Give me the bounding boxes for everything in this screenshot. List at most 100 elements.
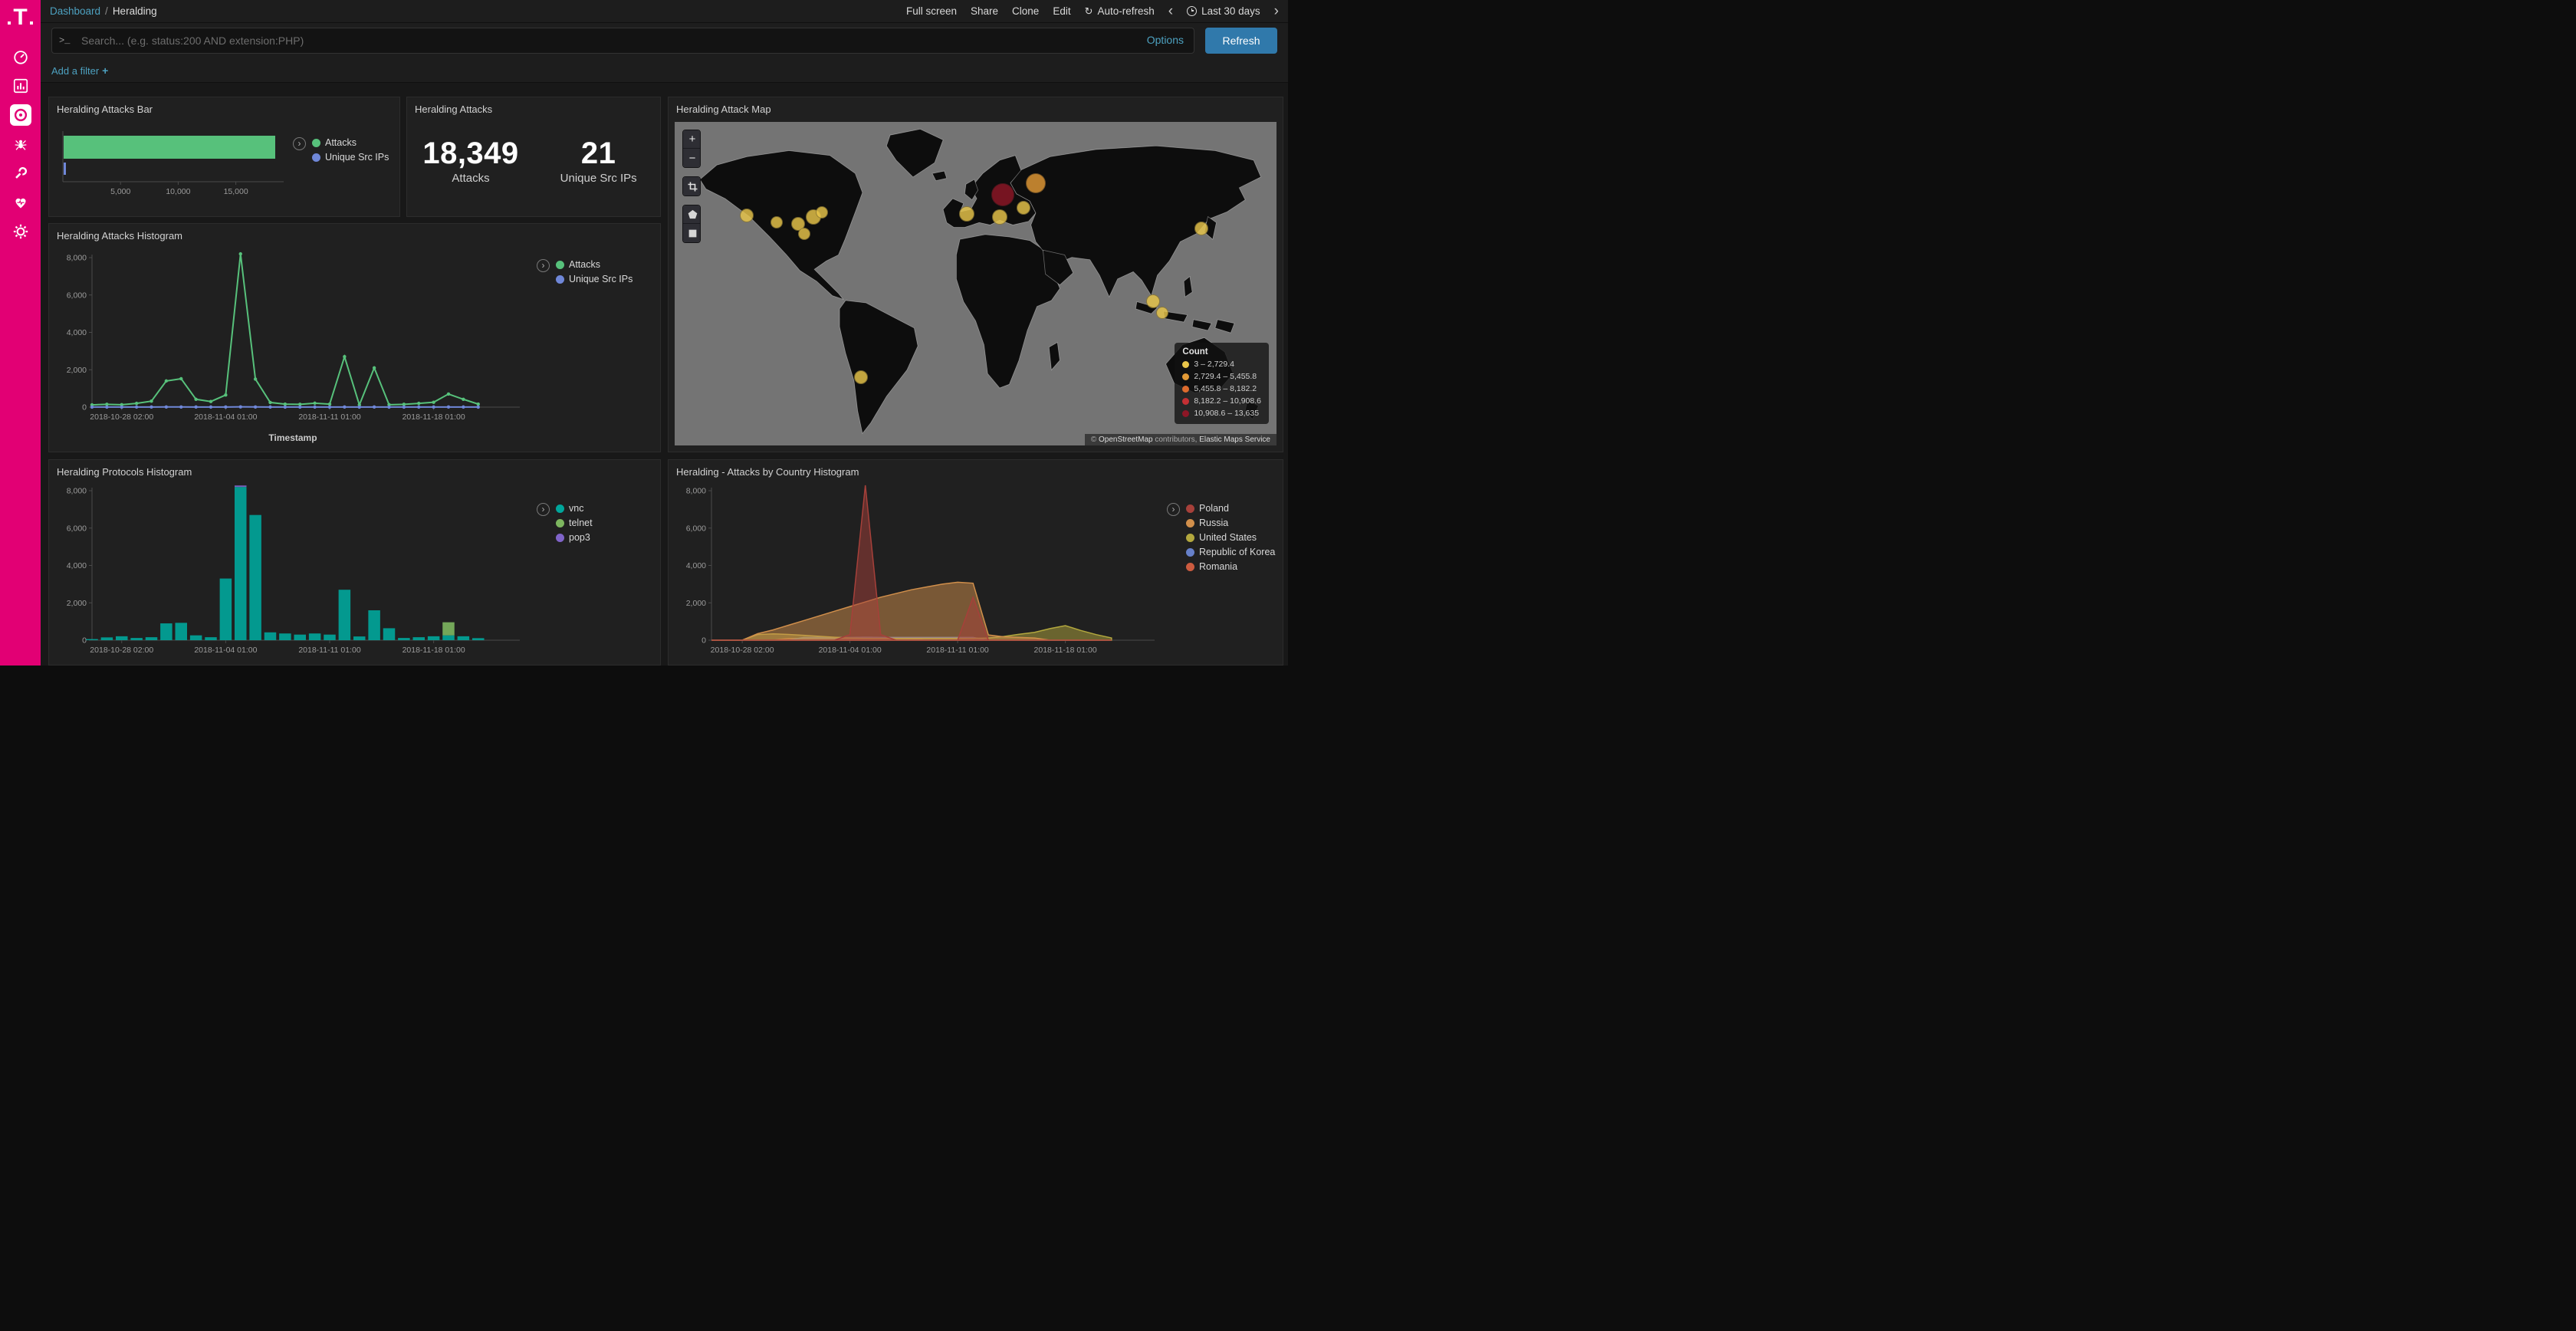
legend-item[interactable]: Russia [1186,518,1275,528]
panel-title: Heralding Attacks [407,97,660,117]
map-legend-item: 2,729.4 – 5,455.8 [1182,372,1261,381]
attacks-histogram-legend: › Attacks Unique Src IPs [537,259,632,284]
kibana-dashboard: T [0,0,1288,666]
map-legend-color-dot [1182,398,1189,405]
country-legend: › Poland Russia United States Republic of K… [1167,503,1275,572]
legend-color-dot [1186,534,1194,542]
sidebar-item-gauge[interactable] [10,46,31,67]
world-attack-map[interactable]: + − [675,122,1276,445]
sidebar-item-charts[interactable] [10,75,31,97]
map-draw-rectangle-button[interactable] [683,224,701,242]
legend-item[interactable]: pop3 [556,532,593,543]
svg-text:2018-11-11 01:00: 2018-11-11 01:00 [926,646,989,655]
legend-item[interactable]: telnet [556,518,593,528]
legend-color-dot [1186,548,1194,557]
sidebar-item-settings[interactable] [10,221,31,242]
svg-text:2018-10-28 02:00: 2018-10-28 02:00 [90,412,153,422]
x-axis-title: Timestamp [675,664,1165,666]
legend-toggle-icon[interactable]: › [537,259,550,272]
edit-button[interactable]: Edit [1053,5,1070,17]
legend-label: Romania [1199,561,1237,572]
query-options-link[interactable]: Options [1147,34,1184,46]
svg-text:2018-11-18 01:00: 2018-11-18 01:00 [402,646,465,655]
svg-text:2018-11-04 01:00: 2018-11-04 01:00 [819,646,882,655]
breadcrumb-dashboard-link[interactable]: Dashboard [50,5,100,17]
contributors-text: contributors, [1153,435,1200,444]
map-legend-label: 5,455.8 – 8,182.2 [1194,384,1257,393]
full-screen-button[interactable]: Full screen [906,5,957,17]
legend-item[interactable]: Poland [1186,503,1275,514]
auto-refresh-button[interactable]: ↻ Auto-refresh [1085,5,1155,18]
legend-item[interactable]: Romania [1186,561,1275,572]
openstreetmap-link[interactable]: OpenStreetMap [1099,435,1153,444]
map-attack-dot [991,183,1014,206]
map-attack-dot [1146,294,1160,308]
legend-toggle-icon[interactable]: › [293,137,306,150]
sidebar-item-health[interactable] [10,192,31,213]
time-forward-button[interactable]: › [1274,4,1279,18]
legend-label: Russia [1199,518,1228,528]
clock-icon [1187,6,1197,16]
sidebar-item-spiderfoot[interactable] [10,133,31,155]
attacks-line-chart[interactable]: 02,0004,0006,0008,0002018-10-28 02:00201… [55,250,531,430]
legend-item[interactable]: vnc [556,503,593,514]
legend-item[interactable]: United States [1186,532,1275,543]
legend-toggle-icon[interactable]: › [537,503,550,516]
panel-title: Heralding - Attacks by Country Histogram [669,460,1283,479]
map-draw-polygon-button[interactable] [683,205,701,224]
legend-item[interactable]: Attacks [556,259,632,270]
legend-item[interactable]: Unique Src IPs [556,274,632,284]
time-back-button[interactable]: ‹ [1168,4,1173,18]
legend-color-dot [1186,563,1194,571]
legend-item[interactable]: Republic of Korea [1186,547,1275,557]
sidebar: T [0,0,41,666]
search-input[interactable] [51,28,1194,54]
protocols-legend: › vnc telnet pop3 [537,503,593,543]
breadcrumb: Dashboard / Heralding [50,5,157,17]
map-attack-dot [1156,307,1168,319]
elastic-maps-service-link[interactable]: Elastic Maps Service [1199,435,1270,444]
protocols-bar-chart[interactable]: 02,0004,0006,0008,0002018-10-28 02:00201… [55,483,531,663]
svg-text:0: 0 [82,636,87,646]
query-bar: >_ Options Refresh [41,23,1288,58]
panel-title: Heralding Attacks Histogram [49,224,660,243]
panel-heralding-protocols-histogram: Heralding Protocols Histogram 02,0004,00… [48,459,661,666]
legend-label: Attacks [325,137,356,148]
svg-text:2,000: 2,000 [686,599,706,608]
attacks-bar-chart[interactable]: 5,00010,00015,000 [55,131,285,202]
country-area-chart[interactable]: 02,0004,0006,0008,0002018-10-28 02:00201… [675,483,1165,663]
legend-label: Poland [1199,503,1229,514]
legend-label: Republic of Korea [1199,547,1275,557]
map-zoom-out-button[interactable]: − [683,149,701,167]
share-button[interactable]: Share [971,5,998,17]
gear-icon [12,223,29,240]
clone-button[interactable]: Clone [1012,5,1039,17]
svg-text:5,000: 5,000 [110,187,130,196]
metric-value: 18,349 [422,136,518,171]
map-zoom-in-button[interactable]: + [683,130,701,149]
logo-letter: T [13,6,27,29]
legend-item[interactable]: Attacks [312,137,389,148]
breadcrumb-current: Heralding [113,5,157,17]
add-filter-link[interactable]: Add a filter+ [51,64,108,77]
legend-label: Unique Src IPs [325,152,389,163]
telekom-logo[interactable]: T [8,6,32,29]
svg-text:2018-10-28 02:00: 2018-10-28 02:00 [90,646,153,655]
map-count-legend: Count 3 – 2,729.42,729.4 – 5,455.85,455.… [1175,343,1269,424]
svg-text:6,000: 6,000 [67,524,87,533]
time-range-button[interactable]: Last 30 days [1187,5,1260,17]
legend-toggle-icon[interactable]: › [1167,503,1180,516]
legend-item[interactable]: Unique Src IPs [312,152,389,163]
sidebar-item-dashboards-active[interactable] [10,104,31,126]
map-fit-data-button[interactable] [683,177,701,196]
gauge-icon [12,48,29,65]
x-axis-title: Timestamp [55,664,531,666]
sidebar-item-tools[interactable] [10,163,31,184]
map-legend-label: 3 – 2,729.4 [1194,360,1234,369]
svg-text:2018-11-04 01:00: 2018-11-04 01:00 [194,646,257,655]
legend-color-dot [1186,519,1194,527]
svg-text:2018-11-11 01:00: 2018-11-11 01:00 [298,412,361,422]
breadcrumb-separator: / [105,5,108,17]
refresh-button[interactable]: Refresh [1205,28,1277,54]
topbar-actions: Full screen Share Clone Edit ↻ Auto-refr… [906,4,1279,18]
